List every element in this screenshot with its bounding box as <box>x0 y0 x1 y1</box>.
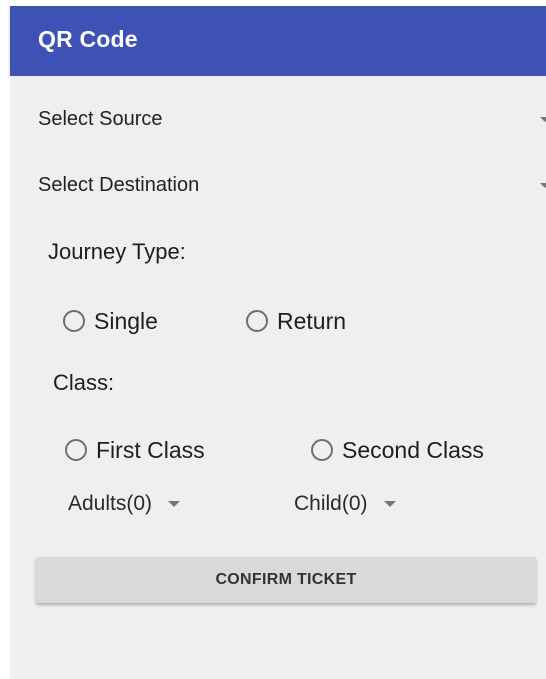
adults-spinner-value: Adults(0) <box>68 492 153 515</box>
dropdown-arrow-icon <box>540 117 546 122</box>
destination-spinner-value: Select Destination <box>38 174 200 196</box>
source-spinner-value: Select Source <box>38 108 163 130</box>
dropdown-arrow-icon <box>540 183 546 188</box>
radio-unchecked-icon <box>63 310 85 332</box>
dropdown-arrow-icon <box>383 501 396 507</box>
confirm-ticket-button[interactable]: CONFIRM TICKET <box>36 557 536 603</box>
child-spinner-value: Child(0) <box>294 492 368 515</box>
dropdown-arrow-icon <box>168 501 181 507</box>
class-label: Class: <box>53 370 115 395</box>
adults-spinner[interactable]: Adults(0) <box>68 488 181 520</box>
app-bar: QR Code <box>10 6 546 76</box>
source-spinner[interactable]: Select Source <box>38 100 546 140</box>
radio-return[interactable]: Return <box>246 304 346 338</box>
journey-type-label: Journey Type: <box>48 239 186 264</box>
radio-second-class-label: Second Class <box>342 436 484 463</box>
radio-unchecked-icon <box>311 439 333 461</box>
radio-single-label: Single <box>94 307 158 334</box>
destination-spinner[interactable]: Select Destination <box>38 166 546 206</box>
radio-second-class[interactable]: Second Class <box>311 433 484 467</box>
radio-unchecked-icon <box>246 310 268 332</box>
radio-unchecked-icon <box>65 439 87 461</box>
app-bar-title: QR Code <box>38 26 138 52</box>
radio-first-class[interactable]: First Class <box>65 433 205 467</box>
ticket-form: Select Source Select Destination Journey… <box>10 76 546 679</box>
radio-return-label: Return <box>277 307 347 334</box>
child-spinner[interactable]: Child(0) <box>294 488 396 520</box>
radio-single[interactable]: Single <box>63 304 158 338</box>
radio-first-class-label: First Class <box>96 436 205 463</box>
